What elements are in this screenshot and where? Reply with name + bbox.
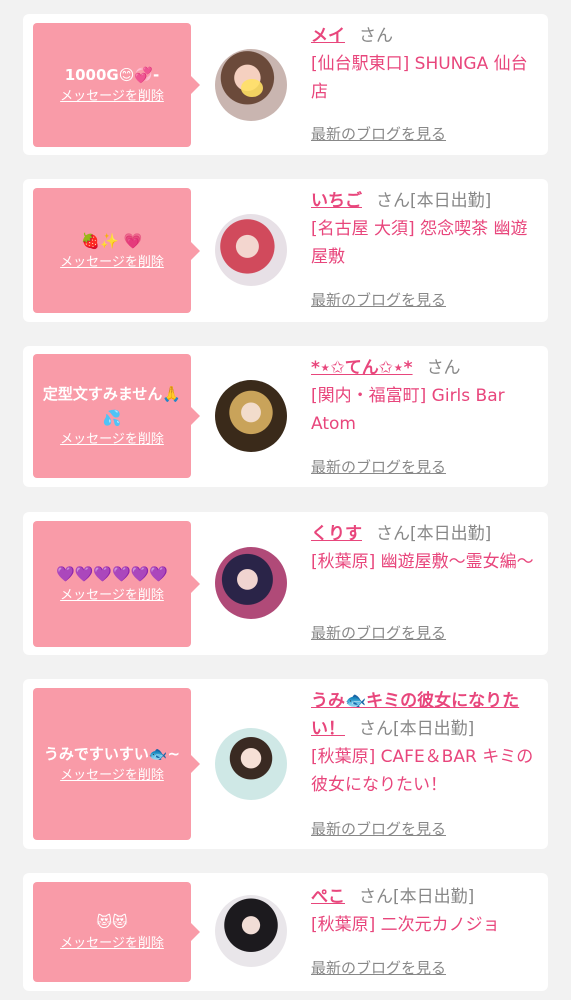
- shop-name: [秋葉原] CAFE＆BAR キミの彼女になりたい！: [311, 747, 534, 795]
- message-card: 💜💜💜💜💜💜 メッセージを削除 くりす さん[本日出勤] [秋葉原] 幽遊屋敷〜霊…: [23, 512, 548, 655]
- latest-blog-link[interactable]: 最新のブログを見る: [311, 818, 446, 839]
- avatar[interactable]: [215, 380, 287, 452]
- honorific: さん: [359, 887, 393, 907]
- delete-message-link[interactable]: メッセージを削除: [60, 430, 164, 450]
- attendance-status: [本日出勤]: [410, 524, 492, 544]
- message-bubble: 💜💜💜💜💜💜 メッセージを削除: [33, 521, 200, 647]
- shop-name: [仙台駅東口] SHUNGA 仙台店: [311, 54, 528, 102]
- latest-blog-link[interactable]: 最新のブログを見る: [311, 289, 446, 310]
- honorific: さん: [376, 524, 410, 544]
- avatar[interactable]: [215, 547, 287, 619]
- message-text: 定型文すみません🙏💦: [42, 385, 182, 427]
- girl-name-link[interactable]: ぺこ: [311, 887, 345, 907]
- message-card: 1000G😊💞- メッセージを削除 メイ さん [仙台駅東口] SHUNGA 仙台…: [23, 14, 548, 155]
- girl-info: うみ🐟キミの彼女になりたい！ さん[本日出勤] [秋葉原] CAFE＆BAR キミ…: [311, 687, 541, 799]
- latest-blog-link[interactable]: 最新のブログを見る: [311, 456, 446, 477]
- avatar[interactable]: [215, 895, 287, 967]
- message-bubble: 🍓✨ 💗 メッセージを削除: [33, 188, 200, 313]
- attendance-status: [本日出勤]: [393, 719, 475, 739]
- message-bubble: 😻😻 メッセージを削除: [33, 882, 200, 982]
- girl-name-link[interactable]: くりす: [311, 524, 362, 544]
- latest-blog-link[interactable]: 最新のブログを見る: [311, 622, 446, 643]
- girl-info: いちご さん[本日出勤] [名古屋 大須] 怨念喫茶 幽遊屋敷: [311, 187, 541, 271]
- message-text: 💜💜💜💜💜💜: [55, 565, 169, 583]
- shop-name: [秋葉原] 二次元カノジョ: [311, 915, 500, 935]
- delete-message-link[interactable]: メッセージを削除: [60, 766, 164, 786]
- honorific: さん: [376, 191, 410, 211]
- honorific: さん: [359, 26, 393, 46]
- attendance-status: [本日出勤]: [410, 191, 492, 211]
- girl-name-link[interactable]: メイ: [311, 26, 345, 46]
- avatar[interactable]: [215, 49, 287, 121]
- message-text: うみですいすい🐟~: [43, 745, 181, 763]
- message-text: 🍓✨ 💗: [81, 231, 143, 250]
- girl-name-link[interactable]: いちご: [311, 191, 362, 211]
- girl-info: *⋆✩てん✩⋆* さん [関内・福富町] Girls Bar Atom: [311, 354, 541, 438]
- delete-message-link[interactable]: メッセージを削除: [60, 586, 164, 606]
- delete-message-link[interactable]: メッセージを削除: [60, 253, 164, 273]
- avatar[interactable]: [215, 214, 287, 286]
- honorific: さん: [359, 719, 393, 739]
- message-card: 定型文すみません🙏💦 メッセージを削除 *⋆✩てん✩⋆* さん [関内・福富町] …: [23, 346, 548, 487]
- message-bubble: うみですいすい🐟~ メッセージを削除: [33, 688, 200, 840]
- message-card: うみですいすい🐟~ メッセージを削除 うみ🐟キミの彼女になりたい！ さん[本日出勤…: [23, 679, 548, 849]
- message-card: 🍓✨ 💗 メッセージを削除 いちご さん[本日出勤] [名古屋 大須] 怨念喫茶 …: [23, 179, 548, 322]
- attendance-status: [本日出勤]: [393, 887, 475, 907]
- delete-message-link[interactable]: メッセージを削除: [60, 934, 164, 954]
- honorific: さん: [426, 358, 461, 378]
- message-bubble: 1000G😊💞- メッセージを削除: [33, 23, 200, 147]
- shop-name: [名古屋 大須] 怨念喫茶 幽遊屋敷: [311, 219, 528, 267]
- girl-info: メイ さん [仙台駅東口] SHUNGA 仙台店: [311, 22, 541, 106]
- delete-message-link[interactable]: メッセージを削除: [60, 87, 164, 107]
- latest-blog-link[interactable]: 最新のブログを見る: [311, 957, 446, 978]
- girl-name-link[interactable]: *⋆✩てん✩⋆*: [311, 358, 413, 378]
- message-text: 1000G😊💞-: [64, 66, 160, 84]
- girl-info: ぺこ さん[本日出勤] [秋葉原] 二次元カノジョ: [311, 883, 541, 939]
- shop-name: [秋葉原] 幽遊屋敷〜霊女編〜: [311, 552, 534, 572]
- girl-info: くりす さん[本日出勤] [秋葉原] 幽遊屋敷〜霊女編〜: [311, 520, 541, 576]
- avatar[interactable]: [215, 728, 287, 800]
- message-card: 😻😻 メッセージを削除 ぺこ さん[本日出勤] [秋葉原] 二次元カノジョ 最新の…: [23, 873, 548, 991]
- shop-name: [関内・福富町] Girls Bar Atom: [311, 386, 505, 434]
- message-bubble: 定型文すみません🙏💦 メッセージを削除: [33, 354, 200, 478]
- latest-blog-link[interactable]: 最新のブログを見る: [311, 123, 446, 144]
- message-text: 😻😻: [96, 913, 128, 931]
